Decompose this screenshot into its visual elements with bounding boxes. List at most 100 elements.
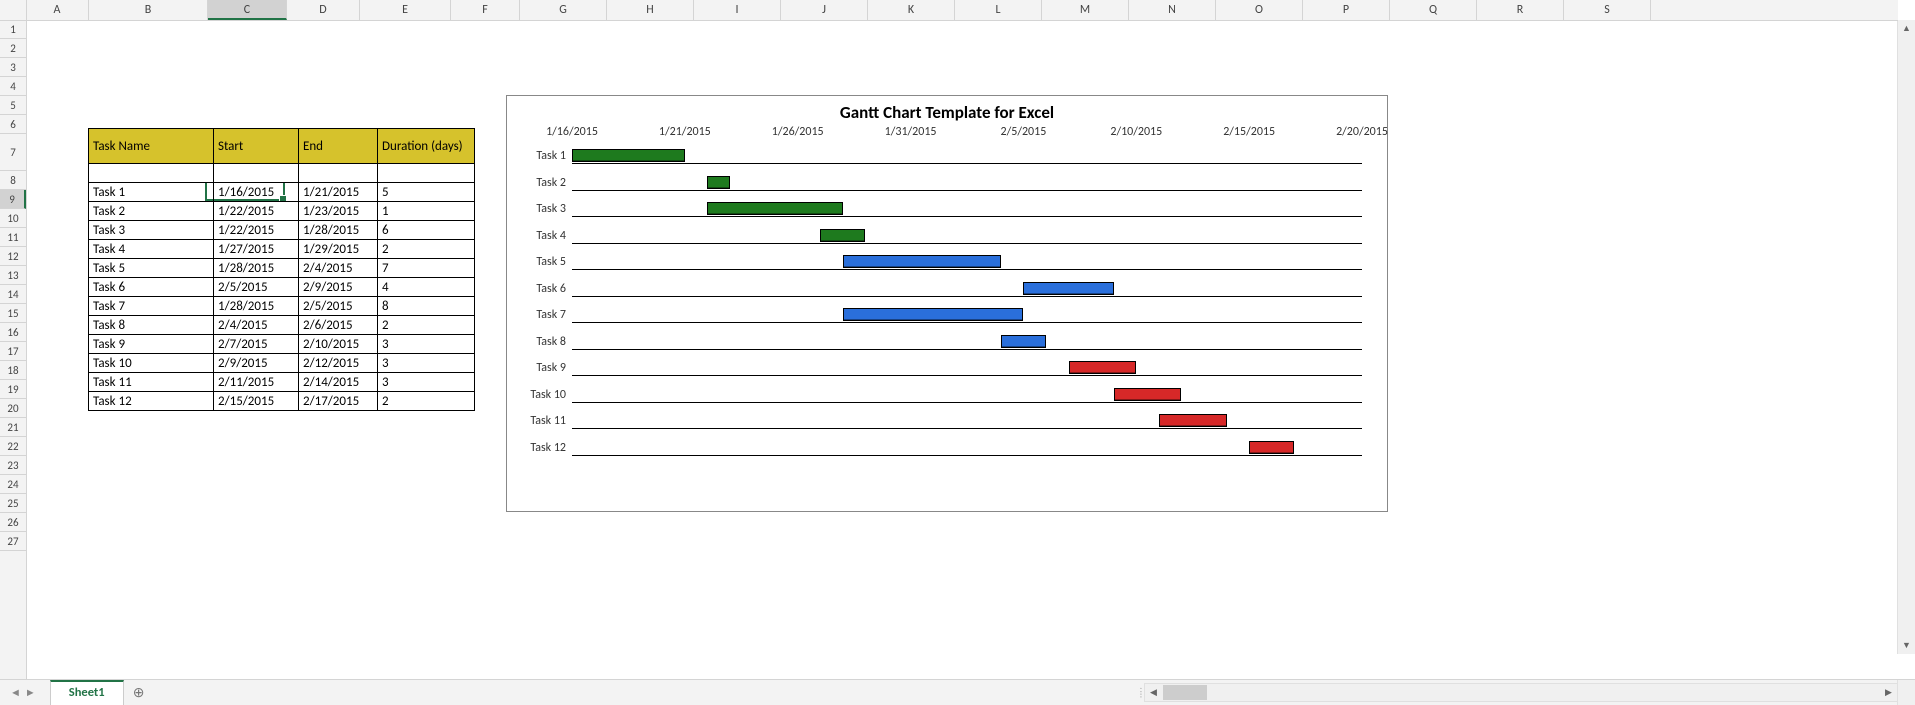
table-cell[interactable]: 2/17/2015 xyxy=(299,392,378,411)
row-header-10[interactable]: 10 xyxy=(0,209,26,228)
table-cell[interactable]: 1/28/2015 xyxy=(214,259,299,278)
row-header-12[interactable]: 12 xyxy=(0,247,26,266)
col-header-E[interactable]: E xyxy=(360,0,451,20)
col-header-B[interactable]: B xyxy=(89,0,208,20)
row-header-18[interactable]: 18 xyxy=(0,361,26,380)
table-cell[interactable]: 2/15/2015 xyxy=(214,392,299,411)
table-cell[interactable]: 2/6/2015 xyxy=(299,316,378,335)
row-header-20[interactable]: 20 xyxy=(0,399,26,418)
cell-grid[interactable]: Task NameStartEndDuration (days)Task 11/… xyxy=(26,20,1898,654)
sheet-tab-active[interactable]: Sheet1 xyxy=(50,680,124,705)
table-cell[interactable]: 2/4/2015 xyxy=(214,316,299,335)
table-cell[interactable]: 2/12/2015 xyxy=(299,354,378,373)
table-cell[interactable]: 6 xyxy=(378,221,475,240)
col-header-L[interactable]: L xyxy=(955,0,1042,20)
row-header-5[interactable]: 5 xyxy=(0,96,26,115)
table-cell[interactable]: Task 2 xyxy=(89,202,214,221)
row-header-27[interactable]: 27 xyxy=(0,532,26,551)
row-header-7[interactable]: 7 xyxy=(0,134,26,171)
row-header-11[interactable]: 11 xyxy=(0,228,26,247)
table-header[interactable]: Duration (days) xyxy=(378,129,475,164)
col-header-F[interactable]: F xyxy=(451,0,520,20)
table-cell[interactable]: 8 xyxy=(378,297,475,316)
row-header-23[interactable]: 23 xyxy=(0,456,26,475)
table-cell[interactable]: 5 xyxy=(378,183,475,202)
row-header-16[interactable]: 16 xyxy=(0,323,26,342)
row-header-24[interactable]: 24 xyxy=(0,475,26,494)
table-cell[interactable]: 2/5/2015 xyxy=(299,297,378,316)
table-header[interactable]: End xyxy=(299,129,378,164)
col-header-N[interactable]: N xyxy=(1129,0,1216,20)
table-cell[interactable]: 2 xyxy=(378,240,475,259)
table-cell[interactable]: Task 12 xyxy=(89,392,214,411)
table-row[interactable]: Task 51/28/20152/4/20157 xyxy=(89,259,475,278)
table-cell[interactable]: Task 11 xyxy=(89,373,214,392)
col-header-Q[interactable]: Q xyxy=(1390,0,1477,20)
column-headers[interactable]: ABCDEFGHIJKLMNOPQRS xyxy=(26,0,1898,21)
table-cell[interactable]: 4 xyxy=(378,278,475,297)
row-header-19[interactable]: 19 xyxy=(0,380,26,399)
table-row[interactable]: Task 82/4/20152/6/20152 xyxy=(89,316,475,335)
table-cell[interactable]: 1/22/2015 xyxy=(214,202,299,221)
col-header-R[interactable]: R xyxy=(1477,0,1564,20)
row-header-13[interactable]: 13 xyxy=(0,266,26,285)
task-data-table[interactable]: Task NameStartEndDuration (days)Task 11/… xyxy=(88,128,475,411)
table-row[interactable]: Task 31/22/20151/28/20156 xyxy=(89,221,475,240)
table-cell[interactable]: Task 1 xyxy=(89,183,214,202)
col-header-G[interactable]: G xyxy=(520,0,607,20)
col-header-K[interactable]: K xyxy=(868,0,955,20)
row-header-9[interactable]: 9 xyxy=(0,190,26,209)
empty-cell[interactable] xyxy=(214,164,299,183)
table-cell[interactable]: Task 10 xyxy=(89,354,214,373)
horizontal-scrollbar[interactable]: ⁞ ◀ ▶ xyxy=(1138,682,1898,702)
row-headers[interactable]: 1234567891011121314151617181920212223242… xyxy=(0,20,27,679)
table-cell[interactable]: 2/7/2015 xyxy=(214,335,299,354)
row-header-22[interactable]: 22 xyxy=(0,437,26,456)
table-cell[interactable]: 2/4/2015 xyxy=(299,259,378,278)
table-cell[interactable]: 1 xyxy=(378,202,475,221)
table-cell[interactable]: 2/11/2015 xyxy=(214,373,299,392)
table-cell[interactable]: 2 xyxy=(378,316,475,335)
table-row[interactable]: Task 62/5/20152/9/20154 xyxy=(89,278,475,297)
col-header-D[interactable]: D xyxy=(287,0,360,20)
table-cell[interactable]: 2 xyxy=(378,392,475,411)
table-cell[interactable]: Task 7 xyxy=(89,297,214,316)
empty-cell[interactable] xyxy=(89,164,214,183)
table-row[interactable]: Task 71/28/20152/5/20158 xyxy=(89,297,475,316)
col-header-P[interactable]: P xyxy=(1303,0,1390,20)
sheet-nav-arrows[interactable]: ◄ ► xyxy=(0,680,46,705)
row-header-15[interactable]: 15 xyxy=(0,304,26,323)
table-cell[interactable]: 2/9/2015 xyxy=(214,354,299,373)
table-header[interactable]: Start xyxy=(214,129,299,164)
table-cell[interactable]: 1/29/2015 xyxy=(299,240,378,259)
scroll-down-arrow-icon[interactable]: ▼ xyxy=(1898,637,1915,654)
scroll-up-arrow-icon[interactable]: ▲ xyxy=(1898,20,1915,37)
col-header-J[interactable]: J xyxy=(781,0,868,20)
table-cell[interactable]: 1/28/2015 xyxy=(214,297,299,316)
table-cell[interactable]: 1/22/2015 xyxy=(214,221,299,240)
vertical-scrollbar[interactable]: ▲ ▼ xyxy=(1897,20,1915,654)
table-row[interactable]: Task 11/16/20151/21/20155 xyxy=(89,183,475,202)
table-row[interactable]: Task 21/22/20151/23/20151 xyxy=(89,202,475,221)
row-header-26[interactable]: 26 xyxy=(0,513,26,532)
table-cell[interactable]: Task 9 xyxy=(89,335,214,354)
row-header-8[interactable]: 8 xyxy=(0,171,26,190)
table-cell[interactable]: Task 3 xyxy=(89,221,214,240)
table-cell[interactable]: Task 4 xyxy=(89,240,214,259)
table-row[interactable]: Task 122/15/20152/17/20152 xyxy=(89,392,475,411)
col-header-C[interactable]: C xyxy=(208,0,287,20)
row-header-25[interactable]: 25 xyxy=(0,494,26,513)
table-row[interactable]: Task 102/9/20152/12/20153 xyxy=(89,354,475,373)
row-header-14[interactable]: 14 xyxy=(0,285,26,304)
col-header-M[interactable]: M xyxy=(1042,0,1129,20)
table-cell[interactable]: Task 5 xyxy=(89,259,214,278)
table-row[interactable]: Task 92/7/20152/10/20153 xyxy=(89,335,475,354)
row-header-3[interactable]: 3 xyxy=(0,58,26,77)
scroll-left-arrow-icon[interactable]: ◀ xyxy=(1145,687,1162,698)
table-header[interactable]: Task Name xyxy=(89,129,214,164)
table-cell[interactable]: 2/9/2015 xyxy=(299,278,378,297)
col-header-H[interactable]: H xyxy=(607,0,694,20)
table-cell[interactable]: 3 xyxy=(378,335,475,354)
table-cell[interactable]: Task 8 xyxy=(89,316,214,335)
row-header-1[interactable]: 1 xyxy=(0,20,26,39)
